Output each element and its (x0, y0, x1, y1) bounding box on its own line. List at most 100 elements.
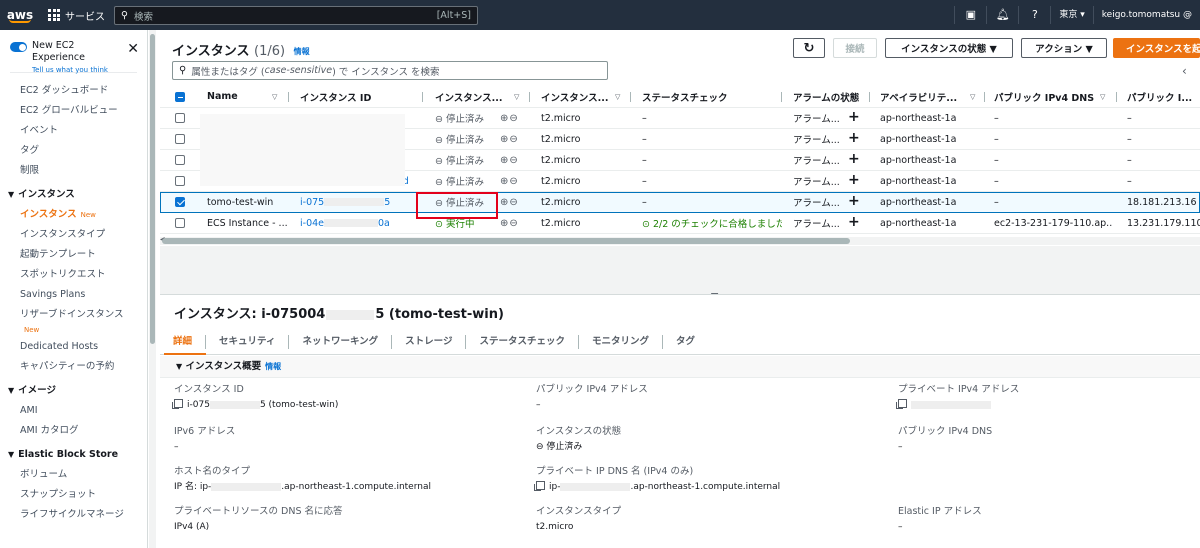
sort-icon[interactable]: ▽ (970, 93, 975, 101)
zoom-icon[interactable]: ⊕⊖ (500, 176, 519, 187)
add-alarm-icon[interactable]: + (848, 214, 860, 230)
sort-icon[interactable]: ▽ (615, 93, 620, 101)
tab-security[interactable]: セキュリティ (205, 334, 288, 349)
sidebar-item-capacity-reservations[interactable]: キャパシティーの予約 (0, 357, 147, 377)
bell-icon[interactable]: 🔔︎ (986, 6, 1018, 24)
column-header-name[interactable]: Name (207, 91, 238, 102)
instance-state-button[interactable]: インスタンスの状態 ▼ (885, 38, 1013, 58)
copy-icon[interactable] (896, 399, 907, 409)
tab-storage[interactable]: ストレージ (391, 334, 465, 349)
copy-icon[interactable] (534, 481, 545, 491)
sidebar-item-snapshots[interactable]: スナップショット (0, 485, 147, 505)
sidebar-item-dedicated-hosts[interactable]: Dedicated Hosts (0, 337, 147, 357)
zoom-icon[interactable]: ⊕⊖ (500, 134, 519, 145)
sidebar-item-tags[interactable]: タグ (0, 141, 147, 161)
search-placeholder: 検索 (133, 11, 153, 23)
sort-icon[interactable]: ▽ (514, 93, 519, 101)
sidebar-item-ami-catalog[interactable]: AMI カタログ (0, 421, 147, 441)
sidebar-item-savings-plans[interactable]: Savings Plans (0, 285, 147, 305)
cell-availability-zone: ap-northeast-1a (880, 112, 957, 124)
sidebar-item-dashboard[interactable]: EC2 ダッシュボード (0, 81, 147, 101)
help-icon[interactable]: ? (1018, 6, 1050, 24)
region-selector[interactable]: 東京 ▾ (1050, 6, 1092, 24)
zoom-icon[interactable]: ⊕⊖ (500, 155, 519, 166)
sidebar-section-ebs[interactable]: ▼ Elastic Block Store (0, 445, 147, 465)
chevron-left-icon[interactable]: ‹ (1182, 64, 1187, 78)
zoom-icon[interactable]: ⊕⊖ (500, 197, 519, 208)
column-header-alarm-status[interactable]: アラームの状態 (793, 90, 859, 104)
table-horizontal-scrollbar[interactable]: ◀ (160, 236, 1200, 245)
add-alarm-icon[interactable]: + (848, 172, 860, 188)
sort-icon[interactable]: ▽ (1100, 93, 1105, 101)
sidebar-item-lifecycle-manager[interactable]: ライフサイクルマネージ (0, 505, 147, 525)
column-header-public-ip[interactable]: パブリック I... (1127, 90, 1192, 104)
cell-instance-id[interactable]: i-04e 0a (300, 218, 415, 229)
cell-instance-id[interactable]: i-075 5 (300, 197, 415, 208)
tab-details[interactable]: 詳細 (160, 335, 205, 349)
instance-count: (1/6) (254, 44, 286, 59)
redacted-area (200, 114, 405, 186)
info-link[interactable]: 情報 (265, 362, 281, 371)
sidebar-scrollbar[interactable] (149, 30, 156, 548)
sidebar-item-reserved-instances[interactable]: リザーブドインスタンス (0, 305, 147, 325)
sidebar-item-launch-templates[interactable]: 起動テンプレート (0, 245, 147, 265)
sidebar-item-volumes[interactable]: ボリューム (0, 465, 147, 485)
table-row[interactable]: ECS Instance - ... i-04e 0a ⊙ 実行中 ⊕⊖ t2.micro… (160, 213, 1200, 234)
tab-monitoring[interactable]: モニタリング (578, 334, 662, 349)
aws-logo[interactable]: aws (0, 0, 40, 30)
add-alarm-icon[interactable]: + (848, 193, 860, 209)
connect-button[interactable]: 接続 (833, 38, 877, 58)
table-row[interactable]: tomo-test-win i-075 5 ⊖ 停止済み ⊕⊖ t2.micro – アラーム… (160, 192, 1200, 213)
row-checkbox[interactable] (175, 218, 185, 228)
instance-filter-input[interactable]: ⚲ 属性またはタグ (case-sensitive) で インスタンス を検索 (172, 61, 608, 80)
sidebar-section-images[interactable]: ▼ イメージ (0, 381, 147, 401)
sidebar-item-global-view[interactable]: EC2 グローバルビュー (0, 101, 147, 121)
row-checkbox[interactable] (175, 176, 185, 186)
copy-icon[interactable] (172, 399, 183, 409)
add-alarm-icon[interactable]: + (848, 109, 860, 125)
new-experience-toggle[interactable] (10, 42, 27, 52)
cell-status-check: – (642, 133, 647, 145)
actions-button[interactable]: アクション ▼ (1021, 38, 1107, 58)
row-checkbox[interactable] (175, 134, 185, 144)
zoom-icon[interactable]: ⊕⊖ (500, 113, 519, 124)
feedback-link[interactable]: Tell us what you think (32, 64, 127, 76)
sidebar-item-limits[interactable]: 制限 (0, 161, 147, 181)
sort-icon[interactable]: ▽ (272, 93, 277, 101)
add-alarm-icon[interactable]: + (848, 151, 860, 167)
info-link[interactable]: 情報 (294, 47, 310, 56)
sidebar-item-spot-requests[interactable]: スポットリクエスト (0, 265, 147, 285)
row-checkbox[interactable] (175, 113, 185, 123)
instance-summary-header[interactable]: ▼ インスタンス概要 情報 (160, 356, 1200, 378)
column-header-instance-state[interactable]: インスタンス... (435, 90, 502, 104)
row-checkbox[interactable] (175, 197, 185, 207)
sidebar-item-instances[interactable]: インスタンス New (0, 205, 147, 225)
column-header-availability-zone[interactable]: アベイラビリテ... (880, 90, 957, 104)
sidebar-item-instance-types[interactable]: インスタンスタイプ (0, 225, 147, 245)
cell-availability-zone: ap-northeast-1a (880, 133, 957, 145)
sidebar-item-ami[interactable]: AMI (0, 401, 147, 421)
cell-alarm-status: アラーム... (793, 219, 840, 230)
zoom-icon[interactable]: ⊕⊖ (500, 218, 519, 229)
column-header-status-check[interactable]: ステータスチェック (642, 90, 728, 104)
tab-networking[interactable]: ネットワーキング (288, 334, 391, 349)
cell-alarm-status: アラーム... (793, 114, 840, 125)
global-search-input[interactable]: ⚲ 検索 [Alt+S] (114, 6, 478, 25)
column-header-instance-id[interactable]: インスタンス ID (300, 90, 371, 104)
tab-status-checks[interactable]: ステータスチェック (465, 334, 578, 349)
column-header-instance-type[interactable]: インスタンス... (541, 90, 608, 104)
close-icon[interactable]: ✕ (127, 42, 139, 56)
add-alarm-icon[interactable]: + (848, 130, 860, 146)
cloudshell-icon[interactable]: ▣ (954, 6, 986, 24)
launch-instances-button[interactable]: インスタンスを起 (1113, 38, 1200, 58)
account-menu[interactable]: keigo.tomomatsu @ (1092, 6, 1200, 24)
sidebar-section-instances[interactable]: ▼ インスタンス (0, 185, 147, 205)
sidebar-item-events[interactable]: イベント (0, 121, 147, 141)
tab-tags[interactable]: タグ (662, 334, 708, 349)
select-all-checkbox[interactable] (175, 92, 185, 102)
services-menu[interactable]: サービス (48, 8, 105, 23)
refresh-button[interactable]: ↻ (793, 38, 825, 58)
row-checkbox[interactable] (175, 155, 185, 165)
column-header-public-dns[interactable]: パブリック IPv4 DNS (994, 90, 1094, 104)
grid-icon (48, 9, 60, 21)
